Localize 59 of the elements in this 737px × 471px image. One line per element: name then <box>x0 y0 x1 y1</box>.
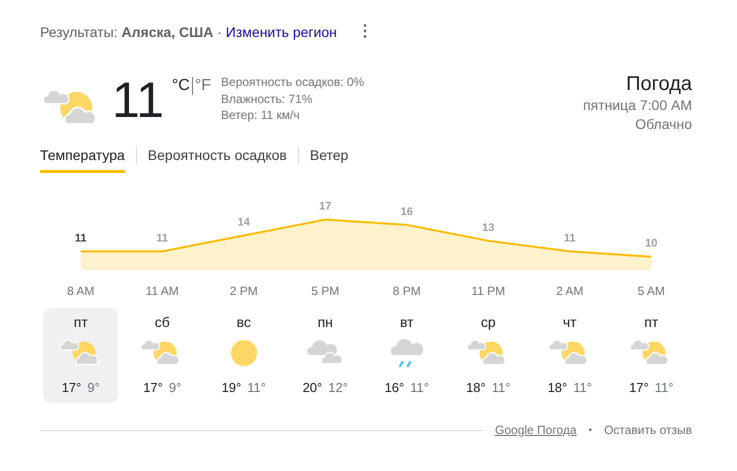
unit-toggle[interactable]: °F <box>194 74 212 98</box>
high-temperature: 17° <box>143 379 163 397</box>
weather-title: Погода <box>626 72 692 96</box>
time-label: 2 PM <box>230 283 258 300</box>
low-temperature: 11° <box>492 379 510 397</box>
time-label: 5 AM <box>638 283 665 300</box>
temperature-label: 14 <box>238 216 250 228</box>
weather-detail: Влажность: 71% <box>221 90 314 107</box>
google-weather-link[interactable]: Google Погода <box>495 421 577 439</box>
weather-detail: Ветер: 11 км/ч <box>221 107 301 124</box>
high-temperature: 20° <box>302 379 322 397</box>
weather-condition: Облачно <box>635 115 692 134</box>
temperature-label: 10 <box>645 238 658 250</box>
time-label: 8 AM <box>67 283 94 300</box>
high-temperature: 19° <box>222 379 242 397</box>
day-card[interactable]: пт 17° 9° <box>43 308 118 403</box>
low-temperature: 11° <box>573 379 592 397</box>
time-label: 5 PM <box>311 283 340 300</box>
low-temperature: 11° <box>247 379 266 397</box>
high-temperature: 18° <box>466 379 486 397</box>
change-region-link[interactable]: Изменить регион <box>226 24 337 40</box>
unit-toggle[interactable]: °C <box>172 74 190 98</box>
temperature-label: 11 <box>156 232 168 244</box>
chart-tab[interactable]: Вероятность осадков <box>148 144 287 173</box>
day-label: пт <box>74 314 88 330</box>
low-temperature: 12° <box>328 379 348 397</box>
day-label: вс <box>236 314 251 330</box>
day-label: пн <box>318 314 333 330</box>
temperature-label: 16 <box>400 206 413 218</box>
temperature-label: 11 <box>564 232 576 244</box>
weather-time: пятница 7:00 AM <box>583 96 692 115</box>
feedback-link[interactable]: Оставить отзыв <box>604 421 692 439</box>
time-label: 2 AM <box>556 283 584 300</box>
low-temperature: 9° <box>87 379 100 397</box>
temperature-label: 13 <box>482 222 494 234</box>
time-label: 8 PM <box>392 283 421 300</box>
low-temperature: 11° <box>654 379 674 397</box>
more-options-button[interactable]: ⋮ <box>352 24 377 40</box>
chart-tab[interactable]: Ветер <box>310 144 348 173</box>
high-temperature: 17° <box>629 379 649 397</box>
day-label: пт <box>644 314 658 330</box>
high-temperature: 16° <box>384 379 404 397</box>
temperature-label: 17 <box>319 200 332 213</box>
chart-tab[interactable]: Температура <box>40 144 125 173</box>
weather-detail: Вероятность осадков: 0% <box>221 74 364 90</box>
day-label: ср <box>480 314 496 330</box>
separator-dot: • <box>588 424 592 438</box>
day-label: сб <box>154 314 170 330</box>
day-label: вт <box>400 314 414 330</box>
time-label: 11 PM <box>471 283 506 300</box>
current-temperature: 11 <box>112 72 164 128</box>
low-temperature: 11° <box>410 379 429 397</box>
high-temperature: 17° <box>62 379 82 397</box>
temperature-label: 11 <box>74 232 87 244</box>
high-temperature: 18° <box>548 379 568 397</box>
day-label: чт <box>562 314 577 330</box>
low-temperature: 9° <box>168 379 182 397</box>
results-text: Результаты: Аляска, США · Изменить регион <box>40 22 337 42</box>
time-label: 11 AM <box>146 283 179 300</box>
